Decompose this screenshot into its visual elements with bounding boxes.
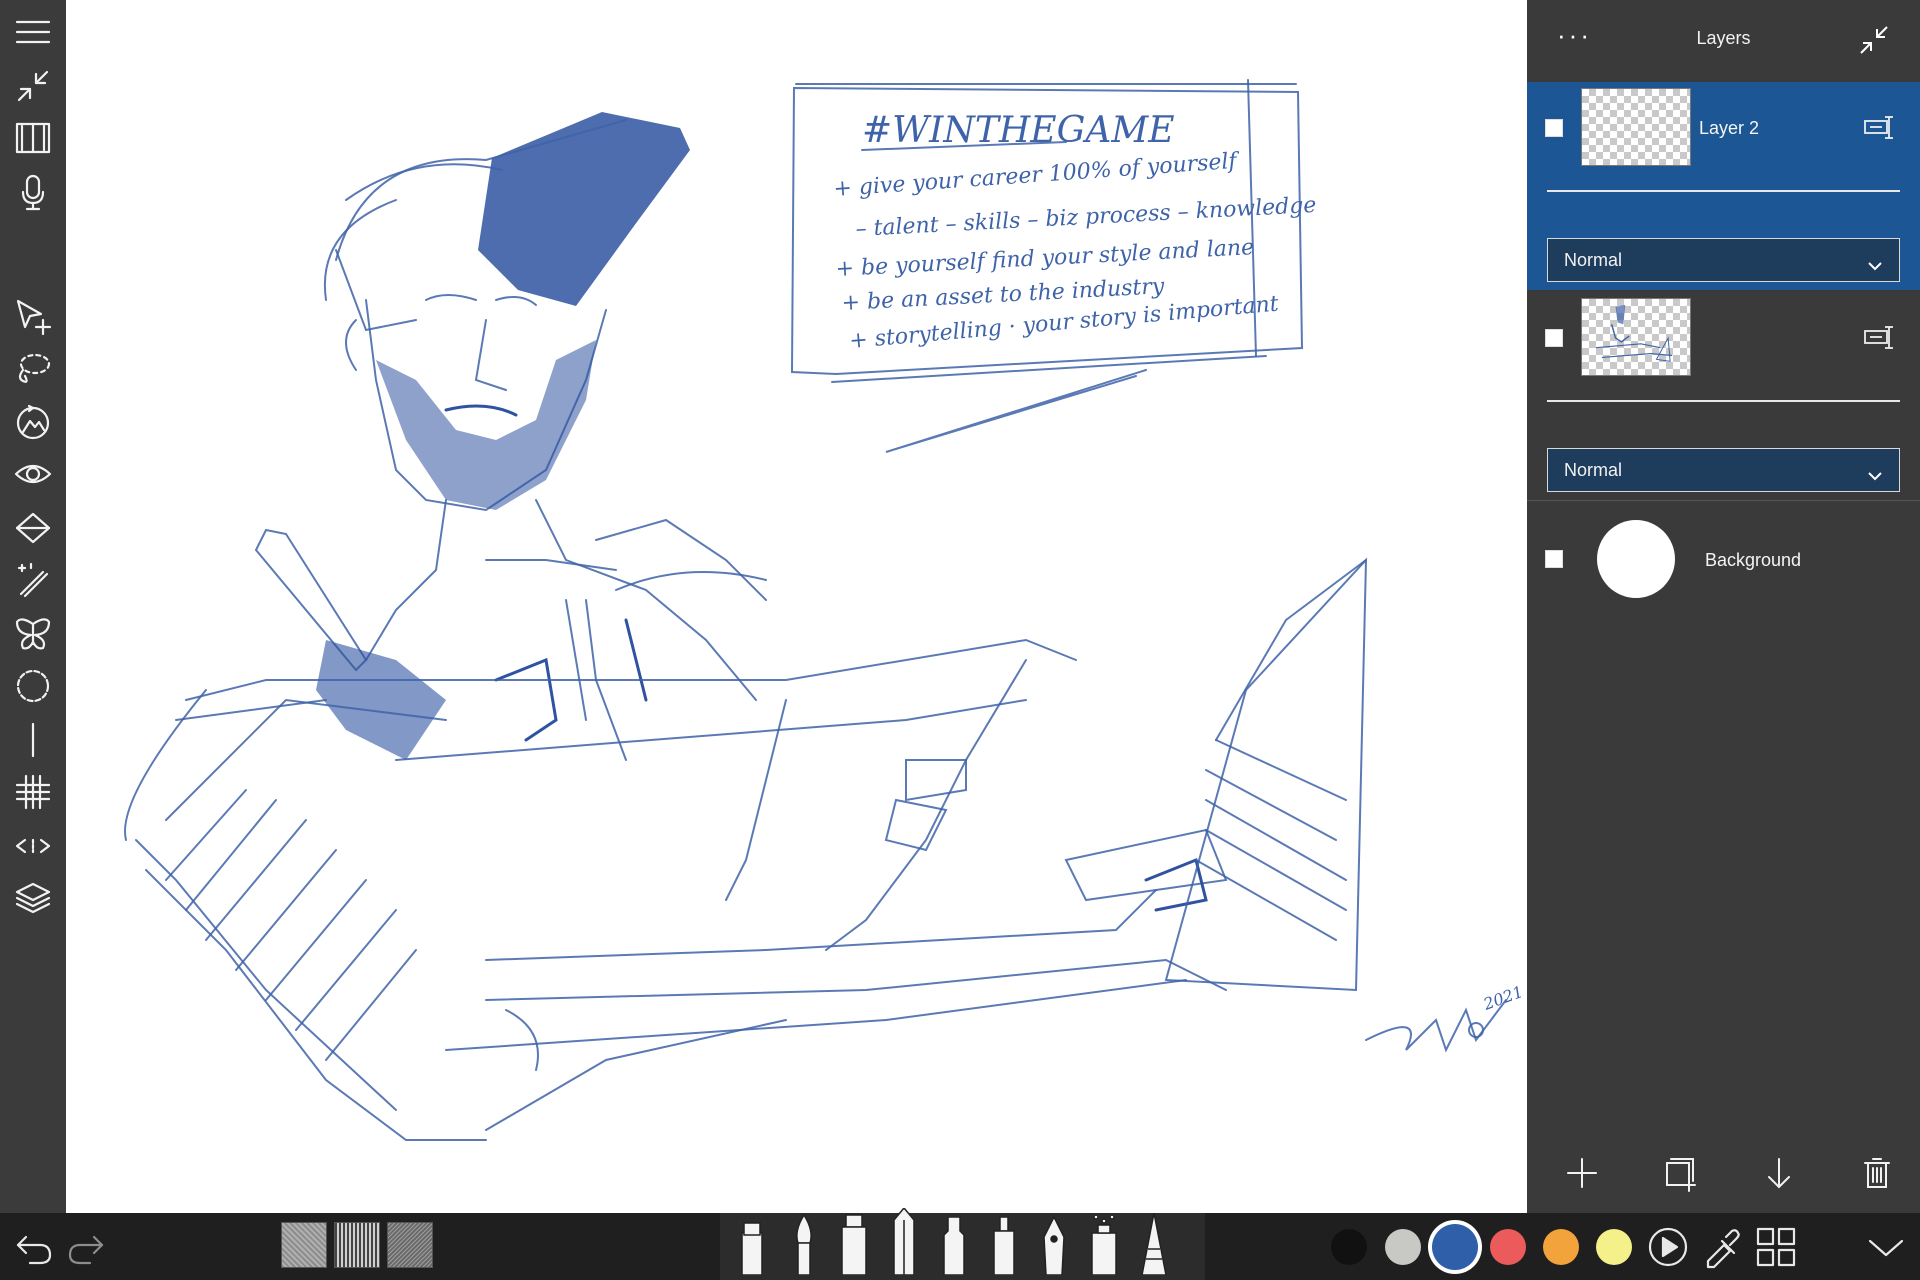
merge-down-icon[interactable] (1759, 1153, 1799, 1193)
color-swatch-orange[interactable] (1543, 1229, 1579, 1265)
reference-book-icon[interactable] (9, 114, 57, 162)
layers-header: ··· Layers (1527, 0, 1920, 80)
signature-year: 2021 (1480, 982, 1526, 1014)
layer-item-sketch[interactable]: Normal (1527, 292, 1920, 500)
color-swatch-blue-active[interactable] (1432, 1224, 1478, 1270)
menu-icon[interactable] (9, 8, 57, 56)
blend-mode-value: Normal (1564, 460, 1623, 480)
redo-icon[interactable] (64, 1225, 108, 1269)
character-sketch: 2021 (124, 112, 1526, 1141)
background-color-thumbnail[interactable] (1597, 520, 1675, 598)
layers-panel: ··· Layers Layer 2 Normal Normal Backgro… (1527, 0, 1920, 1213)
drawing-canvas[interactable]: #WINTHEGAME + give your career 100% of y… (66, 0, 1527, 1213)
color-swatch-yellow[interactable] (1596, 1229, 1632, 1265)
layer-opacity-slider[interactable] (1547, 190, 1900, 192)
note-board: #WINTHEGAME + give your career 100% of y… (790, 79, 1317, 453)
layer-item-layer-2[interactable]: Layer 2 Normal (1527, 82, 1920, 290)
texture-swatch-1[interactable] (281, 1222, 327, 1268)
airbrush-icon[interactable] (834, 1213, 874, 1280)
marker-icon[interactable] (934, 1216, 974, 1280)
note-line-3: + be yourself find your style and lane (835, 235, 1255, 282)
layers-footer (1527, 1133, 1920, 1213)
layer-name[interactable]: Background (1705, 550, 1801, 571)
layer-options-icon[interactable] (1862, 114, 1896, 142)
layer-thumbnail[interactable] (1581, 298, 1691, 376)
brush-selector (720, 1206, 1205, 1280)
layer-visibility-checkbox[interactable] (1545, 550, 1563, 568)
lasso-icon[interactable] (9, 344, 57, 392)
color-swatch-gray[interactable] (1385, 1229, 1421, 1265)
layer-options-icon[interactable] (1862, 324, 1896, 352)
color-palette-grid-icon[interactable] (1754, 1225, 1798, 1269)
color-swatch-red[interactable] (1490, 1229, 1526, 1265)
chevron-down-icon (1865, 249, 1885, 271)
fill-bucket-icon[interactable] (9, 504, 57, 552)
layer-visibility-checkbox[interactable] (1545, 119, 1563, 137)
layers-icon[interactable] (9, 874, 57, 922)
smudge-tool-icon[interactable] (1134, 1212, 1174, 1280)
perspective-icon[interactable] (9, 822, 57, 870)
collapse-icon[interactable] (9, 62, 57, 110)
fountain-pen-icon[interactable] (1034, 1215, 1074, 1280)
line-guide-icon[interactable] (9, 716, 57, 764)
layer-item-background[interactable]: Background (1527, 510, 1920, 610)
delete-layer-icon[interactable] (1857, 1153, 1897, 1193)
grid-icon[interactable] (9, 768, 57, 816)
transform-icon[interactable] (9, 292, 57, 340)
blend-mode-value: Normal (1564, 250, 1623, 270)
note-line-1: + give your career 100% of yourself (833, 149, 1242, 202)
spray-can-icon[interactable] (1084, 1213, 1124, 1280)
layer-thumbnail[interactable] (1581, 88, 1691, 166)
symmetry-butterfly-icon[interactable] (9, 610, 57, 658)
layer-visibility-checkbox[interactable] (1545, 329, 1563, 347)
layer-opacity-slider[interactable] (1547, 400, 1900, 402)
magic-wand-icon[interactable] (9, 556, 57, 604)
crop-rotate-icon[interactable] (9, 398, 57, 446)
blend-mode-select[interactable]: Normal (1547, 448, 1900, 492)
pencil-brush-icon[interactable] (732, 1215, 772, 1280)
layer-name[interactable]: Layer 2 (1699, 118, 1759, 139)
color-wheel-icon[interactable] (1646, 1225, 1690, 1269)
sketch-artwork: #WINTHEGAME + give your career 100% of y… (124, 79, 1526, 1141)
duplicate-layer-icon[interactable] (1661, 1153, 1701, 1193)
collapse-panel-icon[interactable] (1856, 22, 1892, 58)
ellipse-guide-icon[interactable] (9, 662, 57, 710)
ink-pen-icon[interactable] (884, 1206, 924, 1280)
layer-divider (1527, 500, 1920, 501)
chevron-down-icon (1865, 459, 1885, 481)
bottom-toolbar (0, 1206, 1920, 1280)
left-toolbar (0, 0, 66, 1213)
microphone-icon[interactable] (9, 168, 57, 216)
texture-swatch-2[interactable] (334, 1222, 380, 1268)
undo-icon[interactable] (12, 1225, 56, 1269)
paint-brush-icon[interactable] (784, 1213, 824, 1280)
collapse-toolbar-chevron-icon[interactable] (1864, 1225, 1908, 1269)
blend-mode-select[interactable]: Normal (1547, 238, 1900, 282)
eyedropper-icon[interactable] (1700, 1225, 1744, 1269)
add-layer-icon[interactable] (1562, 1153, 1602, 1193)
felt-pen-icon[interactable] (984, 1216, 1024, 1280)
drawing-app: #WINTHEGAME + give your career 100% of y… (0, 0, 1920, 1280)
eye-icon[interactable] (9, 450, 57, 498)
color-swatch-black[interactable] (1331, 1229, 1367, 1265)
texture-swatch-3[interactable] (387, 1222, 433, 1268)
